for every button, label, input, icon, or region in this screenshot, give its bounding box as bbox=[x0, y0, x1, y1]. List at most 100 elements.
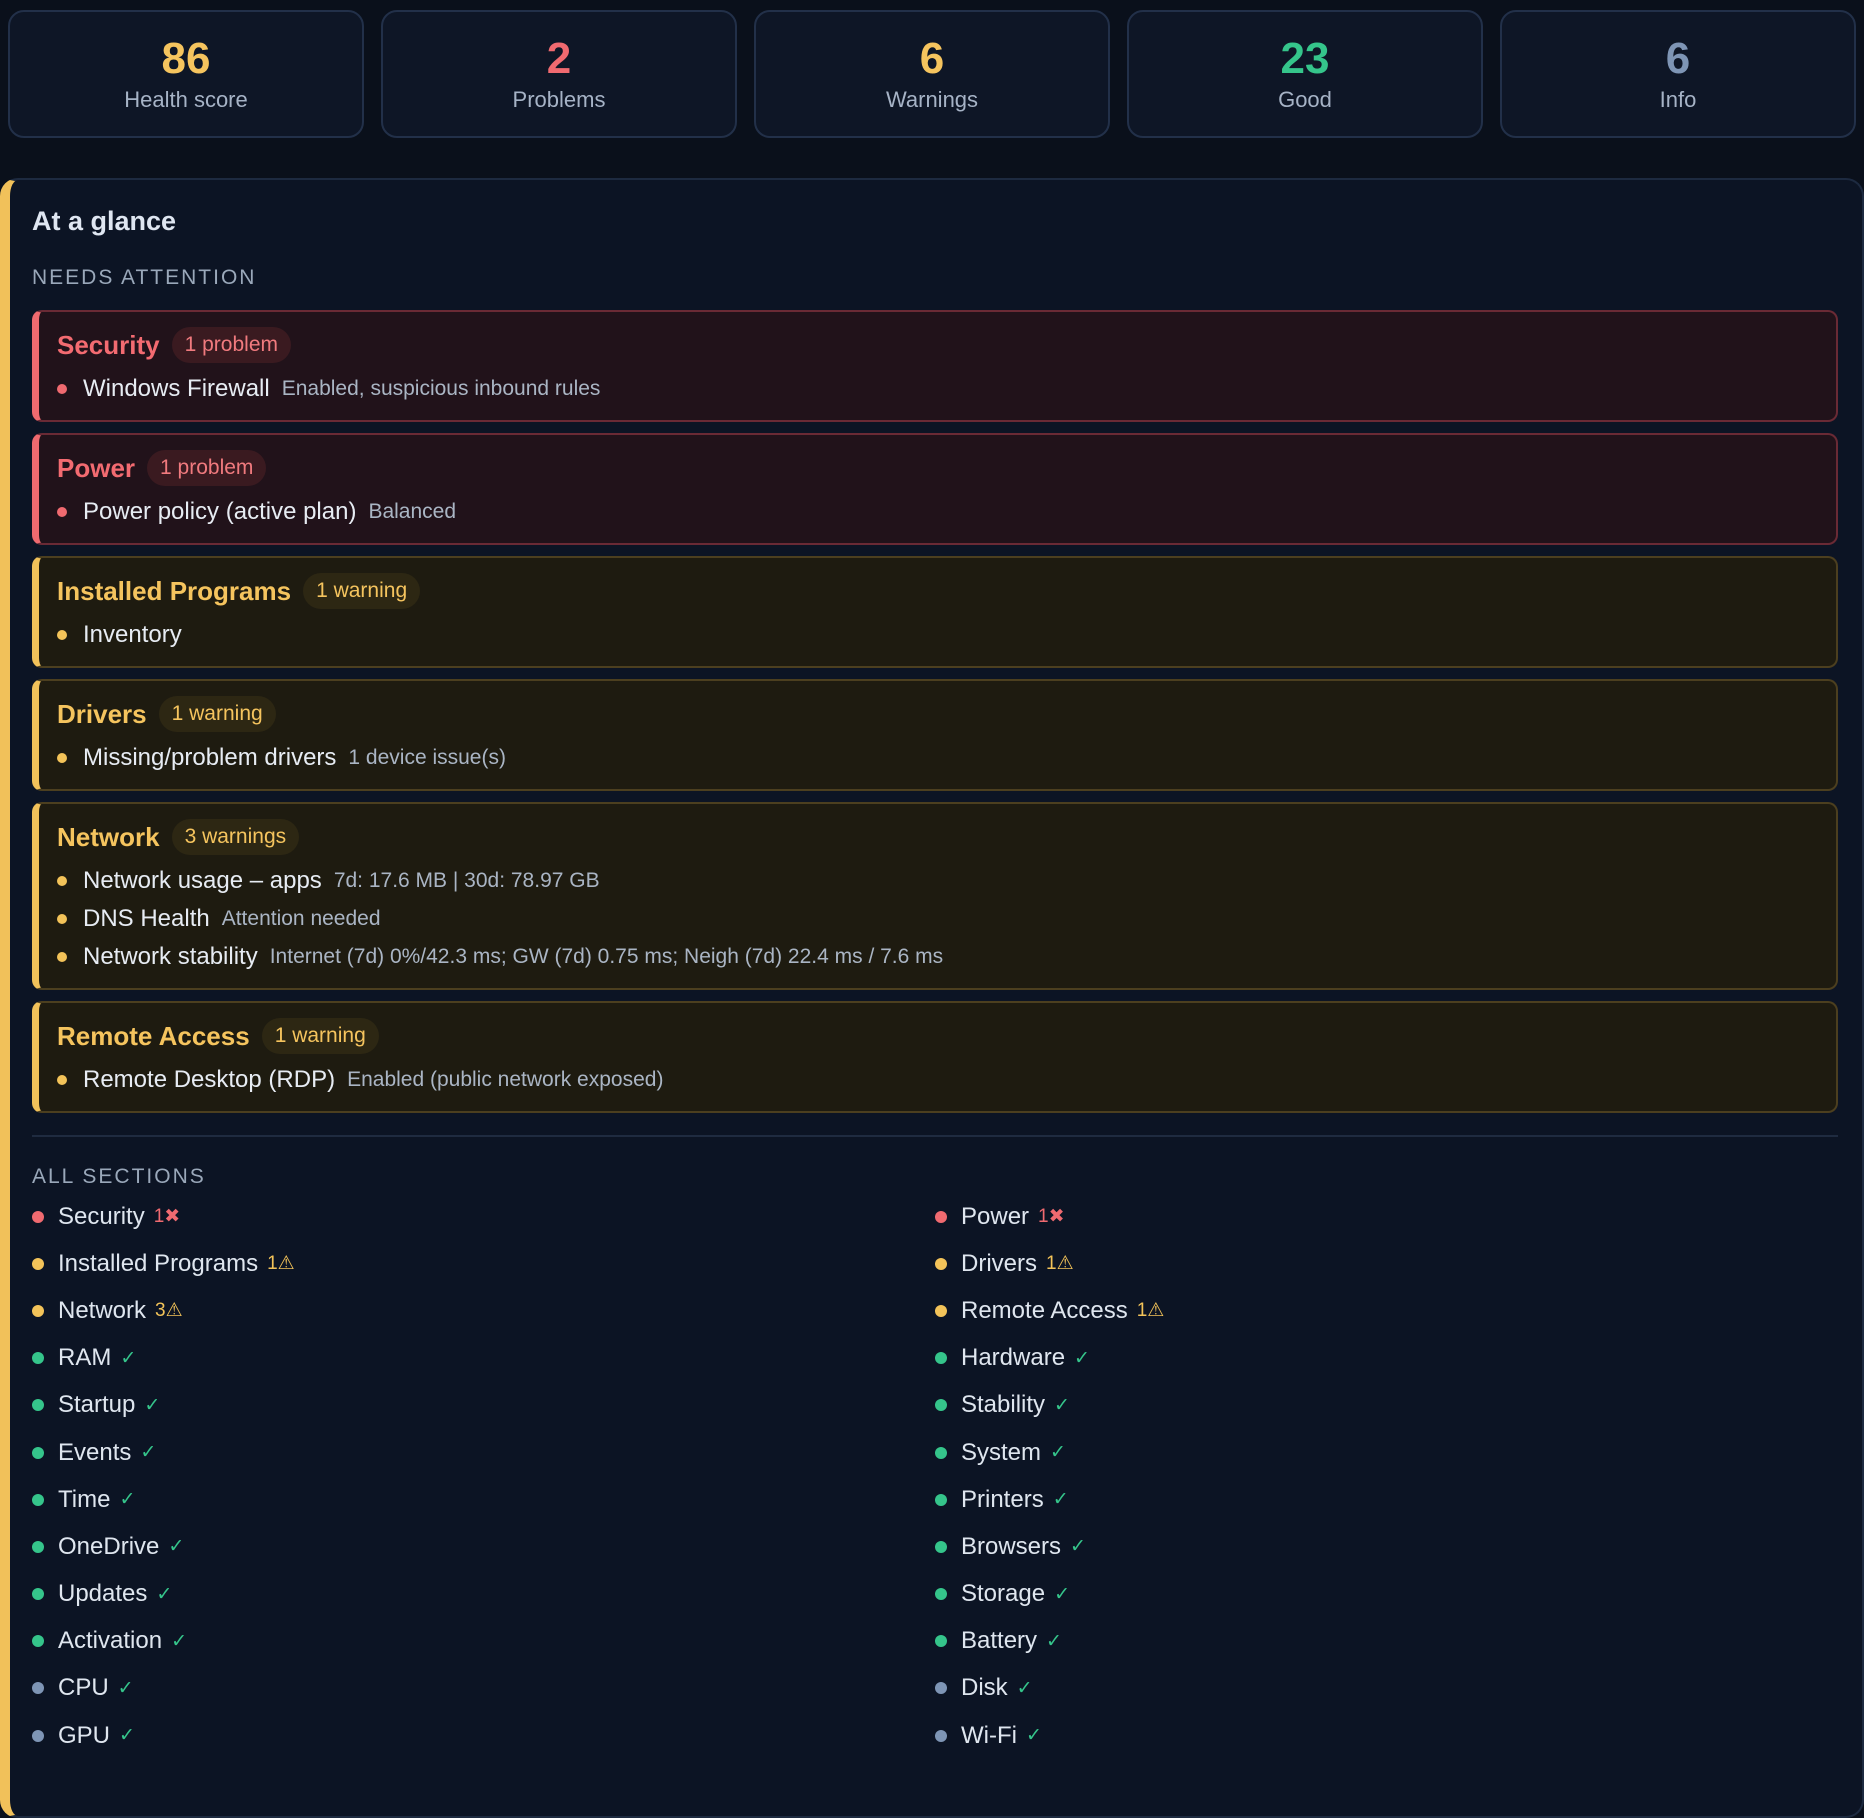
attention-item: Missing/problem drivers 1 device issue(s) bbox=[57, 739, 1836, 777]
attention-card-installed-programs[interactable]: Installed Programs 1 warning Inventory bbox=[32, 556, 1838, 668]
section-item-battery[interactable]: Battery ✓ bbox=[935, 1618, 1838, 1665]
section-name: Battery bbox=[961, 1627, 1038, 1655]
section-item-security[interactable]: Security 1✖ bbox=[32, 1193, 935, 1240]
attention-card-title: Power bbox=[57, 452, 136, 483]
section-item-activation[interactable]: Activation ✓ bbox=[32, 1618, 935, 1665]
section-status-badge: ✓ bbox=[1016, 1677, 1033, 1699]
attention-card-items: Missing/problem drivers 1 device issue(s) bbox=[57, 733, 1836, 789]
section-item-disk[interactable]: Disk ✓ bbox=[935, 1665, 1838, 1712]
attention-item-name: Power policy (active plan) bbox=[83, 498, 357, 525]
section-name: Time bbox=[58, 1485, 111, 1513]
section-name: CPU bbox=[58, 1674, 109, 1702]
section-item-ram[interactable]: RAM ✓ bbox=[32, 1335, 935, 1382]
section-item-storage[interactable]: Storage ✓ bbox=[935, 1571, 1838, 1618]
attention-item: Windows Firewall Enabled, suspicious inbo… bbox=[57, 370, 1836, 408]
section-status-badge: ✓ bbox=[1050, 1442, 1066, 1464]
status-dot-icon bbox=[32, 1352, 44, 1365]
section-name: Hardware bbox=[961, 1344, 1066, 1372]
problems-value: 2 bbox=[546, 34, 572, 83]
section-item-updates[interactable]: Updates ✓ bbox=[32, 1571, 935, 1618]
section-status-badge: ✓ bbox=[1046, 1630, 1062, 1652]
status-badge: 1 problem bbox=[147, 450, 267, 486]
section-item-events[interactable]: Events ✓ bbox=[32, 1429, 935, 1476]
attention-item-detail: Internet (7d) 0%/42.3 ms; GW (7d) 0.75 m… bbox=[269, 945, 944, 968]
section-status-badge: ✓ bbox=[1074, 1347, 1090, 1369]
all-sections-heading: ALL SECTIONS bbox=[32, 1165, 206, 1188]
attention-item: Network stability Internet (7d) 0%/42.3 m… bbox=[57, 938, 1836, 976]
section-name: Updates bbox=[58, 1580, 148, 1608]
status-dot-icon bbox=[32, 1729, 44, 1742]
status-dot-icon bbox=[32, 1493, 44, 1506]
section-item-installed-programs[interactable]: Installed Programs 1⚠ bbox=[32, 1240, 935, 1287]
status-dot-icon bbox=[935, 1446, 947, 1459]
summary-stats: 86 Health score 2 Problems 6 Warnings 23… bbox=[8, 10, 1856, 138]
status-badge: 1 warning bbox=[303, 573, 421, 609]
attention-card-header: Remote Access 1 warning bbox=[57, 1017, 1836, 1055]
status-dot-icon bbox=[935, 1588, 947, 1601]
attention-card-items: Windows Firewall Enabled, suspicious inbo… bbox=[57, 364, 1836, 420]
section-item-network[interactable]: Network 3⚠ bbox=[32, 1287, 935, 1334]
section-item-wi-fi[interactable]: Wi-Fi ✓ bbox=[935, 1712, 1838, 1759]
section-name: Security bbox=[58, 1202, 145, 1230]
section-item-system[interactable]: System ✓ bbox=[935, 1429, 1838, 1476]
section-item-onedrive[interactable]: OneDrive ✓ bbox=[32, 1523, 935, 1570]
status-dot-icon bbox=[935, 1304, 947, 1317]
attention-card-remote-access[interactable]: Remote Access 1 warning Remote Desktop (RD… bbox=[32, 1001, 1838, 1113]
section-item-printers[interactable]: Printers ✓ bbox=[935, 1476, 1838, 1523]
attention-item-name: Inventory bbox=[83, 621, 182, 648]
section-item-drivers[interactable]: Drivers 1⚠ bbox=[935, 1240, 1838, 1287]
stat-card-problems: 2 Problems bbox=[381, 10, 737, 138]
section-status-badge: ✓ bbox=[1070, 1536, 1086, 1558]
attention-card-header: Security 1 problem bbox=[57, 326, 1836, 364]
attention-item-detail: Balanced bbox=[368, 500, 457, 523]
attention-card-items: Power policy (active plan) Balanced bbox=[57, 487, 1836, 543]
attention-item-detail: Attention needed bbox=[221, 907, 381, 930]
attention-card-items: Inventory bbox=[57, 610, 1836, 666]
section-name: Activation bbox=[58, 1627, 163, 1655]
section-status-badge: 1✖ bbox=[1038, 1206, 1065, 1228]
status-dot-icon bbox=[935, 1635, 947, 1648]
status-dot-icon bbox=[32, 1399, 44, 1412]
attention-card-network[interactable]: Network 3 warnings Network usage – apps 7d:… bbox=[32, 802, 1838, 990]
info-value: 6 bbox=[1665, 34, 1691, 83]
attention-card-drivers[interactable]: Drivers 1 warning Missing/problem drivers 1… bbox=[32, 679, 1838, 791]
warnings-value: 6 bbox=[919, 34, 945, 83]
status-badge: 1 warning bbox=[261, 1018, 379, 1054]
section-status-badge: ✓ bbox=[1025, 1725, 1042, 1747]
stat-card-info: 6 Info bbox=[1500, 10, 1856, 138]
section-name: Printers bbox=[961, 1485, 1044, 1513]
status-dot-icon bbox=[32, 1540, 44, 1553]
section-status-badge: ✓ bbox=[117, 1677, 134, 1699]
section-item-browsers[interactable]: Browsers ✓ bbox=[935, 1523, 1838, 1570]
section-status-badge: ✓ bbox=[120, 1347, 137, 1369]
section-name: Startup bbox=[58, 1391, 136, 1419]
attention-card-header: Drivers 1 warning bbox=[57, 695, 1836, 733]
section-item-remote-access[interactable]: Remote Access 1⚠ bbox=[935, 1287, 1838, 1334]
status-dot-icon bbox=[57, 876, 67, 886]
section-item-cpu[interactable]: CPU ✓ bbox=[32, 1665, 935, 1712]
section-item-power[interactable]: Power 1✖ bbox=[935, 1193, 1838, 1240]
attention-card-power[interactable]: Power 1 problem Power policy (active plan)… bbox=[32, 433, 1838, 545]
attention-item: Network usage – apps 7d: 17.6 MB | 30d: 7… bbox=[57, 862, 1836, 900]
status-dot-icon bbox=[32, 1210, 44, 1223]
section-item-stability[interactable]: Stability ✓ bbox=[935, 1382, 1838, 1429]
attention-card-security[interactable]: Security 1 problem Windows Firewall Enabled… bbox=[32, 310, 1838, 422]
attention-item-detail: 7d: 17.6 MB | 30d: 78.97 GB bbox=[333, 869, 600, 892]
section-item-time[interactable]: Time ✓ bbox=[32, 1476, 935, 1523]
section-status-badge: ✓ bbox=[171, 1630, 187, 1652]
section-item-startup[interactable]: Startup ✓ bbox=[32, 1382, 935, 1429]
section-name: Wi-Fi bbox=[961, 1721, 1017, 1749]
status-dot-icon bbox=[57, 1075, 67, 1085]
attention-item-detail: Enabled (public network exposed) bbox=[347, 1068, 664, 1091]
status-dot-icon bbox=[32, 1635, 44, 1648]
section-name: Storage bbox=[961, 1580, 1046, 1608]
section-item-gpu[interactable]: GPU ✓ bbox=[32, 1712, 935, 1759]
section-name: Browsers bbox=[961, 1532, 1062, 1560]
section-name: Disk bbox=[961, 1674, 1008, 1702]
divider bbox=[32, 1135, 1838, 1137]
section-name: System bbox=[961, 1438, 1042, 1466]
section-item-hardware[interactable]: Hardware ✓ bbox=[935, 1335, 1838, 1382]
health-score-value: 86 bbox=[161, 34, 211, 83]
status-dot-icon bbox=[935, 1352, 947, 1365]
attention-card-header: Power 1 problem bbox=[57, 449, 1836, 487]
